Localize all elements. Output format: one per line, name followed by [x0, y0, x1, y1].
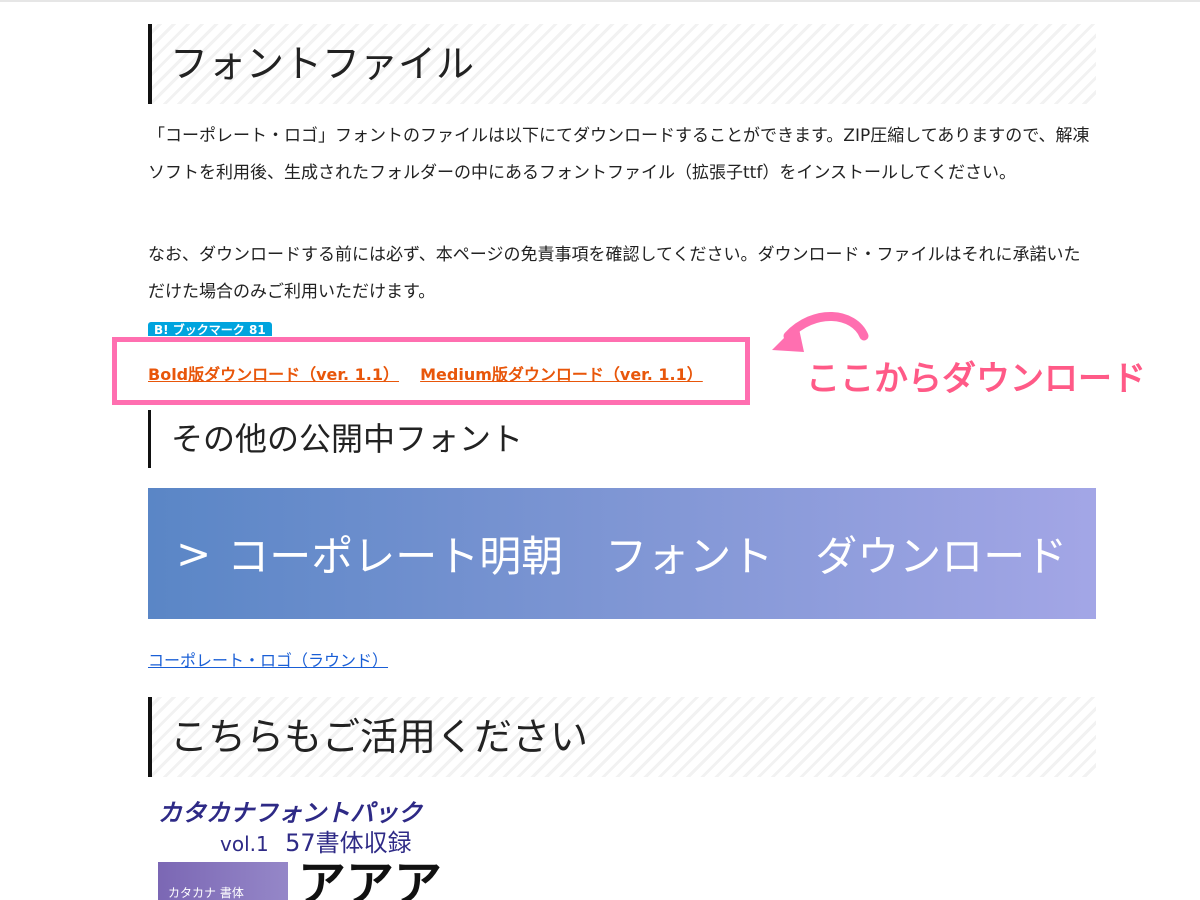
hatena-bookmark-button[interactable]: B! ブックマーク 81: [148, 322, 272, 336]
intro-paragraph: 「コーポレート・ロゴ」フォントのファイルは以下にてダウンロードすることができます…: [148, 126, 1090, 183]
heading-other-fonts: その他の公開中フォント: [148, 410, 1096, 468]
promo-thumbnail-text: カタカナ 書体: [168, 886, 244, 900]
banner-label: コーポレート明朝 フォント ダウンロード ページへ: [227, 532, 1200, 581]
curved-arrow-icon: [772, 312, 869, 352]
promo-volume: vol.1: [220, 832, 269, 856]
promo-title: カタカナフォントパック: [158, 799, 422, 827]
promo-count: 57書体収録: [285, 829, 412, 857]
page: フォントファイル 「コーポレート・ロゴ」フォントのファイルは以下にてダウンロード…: [0, 0, 1200, 900]
katakana-font-pack-promo[interactable]: カタカナフォントパック vol.1 57書体収録 カタカナ 書体 アアア: [158, 798, 478, 900]
promo-sample-glyphs: アアア: [298, 856, 443, 900]
top-border: [0, 0, 1200, 2]
download-annotation-label: ここからダウンロード: [806, 359, 1146, 399]
main-content: フォントファイル 「コーポレート・ロゴ」フォントのファイルは以下にてダウンロード…: [148, 24, 1096, 336]
download-links: Bold版ダウンロード（ver. 1.1） Medium版ダウンロード（ver.…: [148, 361, 719, 385]
chevron-right-icon: >: [176, 529, 212, 578]
disclaimer-paragraph: なお、ダウンロードする前には必ず、本ページの免責事項を確認してください。ダウンロ…: [148, 245, 1081, 302]
download-bold-link[interactable]: Bold版ダウンロード（ver. 1.1）: [148, 365, 399, 384]
download-medium-link[interactable]: Medium版ダウンロード（ver. 1.1）: [420, 365, 703, 384]
heading-also-use: こちらもご活用ください: [148, 697, 1096, 777]
promo-subtitle: vol.1 57書体収録: [220, 830, 412, 857]
also-use-section: こちらもご活用ください: [148, 697, 1096, 777]
corporate-logo-round-link[interactable]: コーポレート・ロゴ（ラウンド）: [148, 647, 388, 671]
heading-font-file: フォントファイル: [148, 24, 1096, 104]
corporate-mincho-banner[interactable]: > コーポレート明朝 フォント ダウンロード ページへ: [148, 488, 1200, 619]
